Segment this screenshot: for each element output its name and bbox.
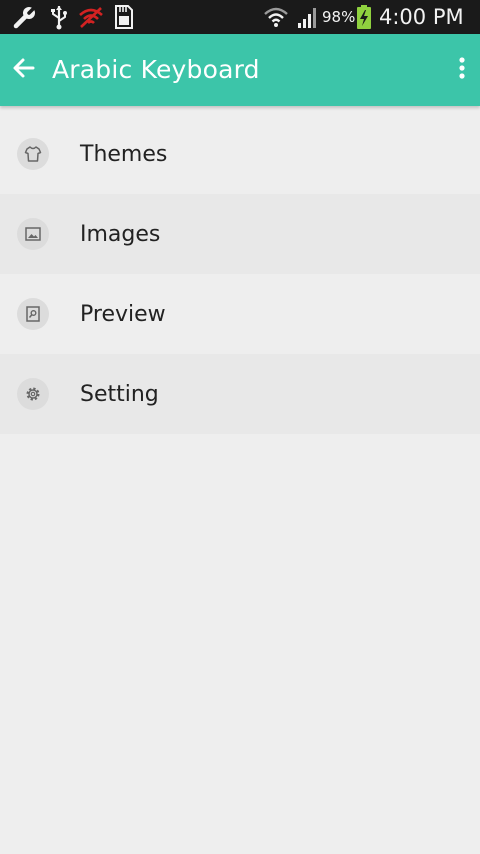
app-bar: Arabic Keyboard: [0, 34, 480, 106]
menu-item-label: Images: [80, 221, 161, 247]
more-vertical-icon: [458, 55, 466, 85]
battery-percent: 98%: [322, 8, 356, 26]
tshirt-icon: [17, 138, 49, 170]
menu-item-setting[interactable]: Setting: [0, 354, 480, 434]
wrench-icon: [10, 4, 40, 30]
arrow-left-icon: [11, 55, 37, 85]
menu-item-themes[interactable]: Themes: [0, 114, 480, 194]
preview-icon: [17, 298, 49, 330]
signal-icon: [296, 4, 320, 30]
back-button[interactable]: [6, 52, 42, 88]
status-bar: 98% 4:00 PM: [0, 0, 480, 34]
app-title: Arabic Keyboard: [52, 55, 260, 84]
status-time: 4:00 PM: [379, 5, 464, 29]
usb-icon: [48, 4, 70, 30]
menu-item-preview[interactable]: Preview: [0, 274, 480, 354]
sd-card-icon: [110, 4, 136, 30]
screen: 98% 4:00 PM Arabic Keyboard Themes Image…: [0, 0, 480, 854]
overflow-menu-button[interactable]: [450, 52, 474, 88]
wifi-off-icon: [76, 4, 106, 30]
gear-icon: [17, 378, 49, 410]
menu-list: Themes Images Preview Setting: [0, 114, 480, 434]
battery-charging-icon: [355, 4, 373, 30]
menu-item-label: Setting: [80, 381, 159, 407]
image-icon: [17, 218, 49, 250]
menu-item-label: Themes: [80, 141, 168, 167]
menu-item-label: Preview: [80, 301, 166, 327]
wifi-icon: [262, 4, 290, 30]
menu-item-images[interactable]: Images: [0, 194, 480, 274]
